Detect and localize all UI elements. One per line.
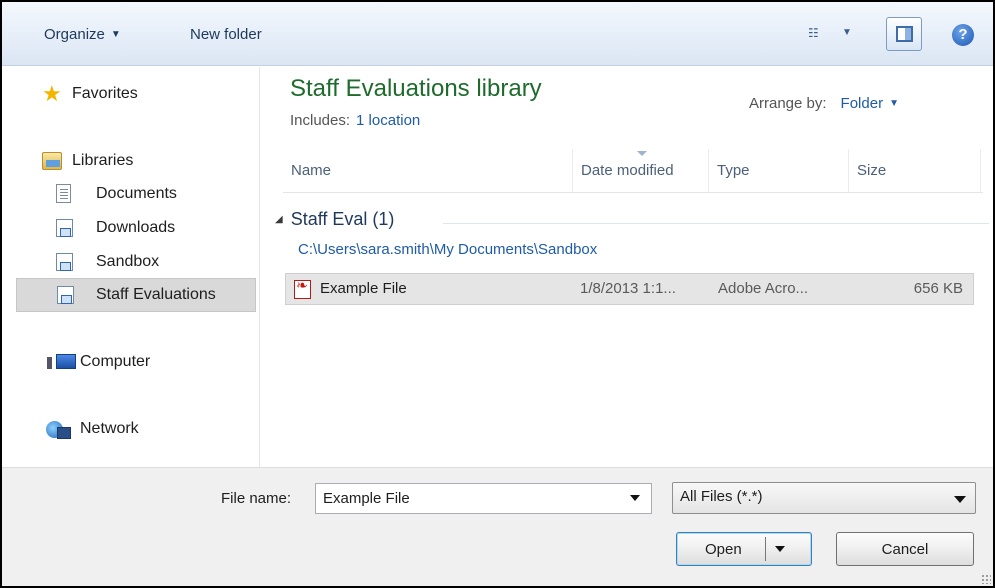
preview-pane-icon — [896, 26, 913, 42]
nav-item-documents[interactable]: Documents — [56, 178, 246, 210]
split-divider — [765, 537, 766, 561]
help-icon[interactable]: ? — [952, 24, 974, 46]
column-header-date-modified[interactable]: Date modified — [573, 149, 709, 193]
library-includes: Includes: 1 location — [290, 112, 420, 129]
open-split-dropdown-icon[interactable] — [775, 546, 785, 552]
column-header-name[interactable]: Name — [283, 149, 573, 193]
pdf-file-icon — [294, 277, 311, 299]
open-button-label: Open — [705, 541, 742, 558]
navigation-pane: ★ Favorites Libraries Documents Download… — [2, 67, 260, 467]
nav-item-staff-evaluations[interactable]: Staff Evaluations — [16, 278, 256, 312]
nav-item-label: Downloads — [96, 219, 176, 236]
organize-label: Organize — [44, 26, 105, 43]
dialog-footer: File name: All Files (*.*) Open Cancel — [2, 467, 993, 586]
file-name-label: File name: — [221, 490, 292, 507]
file-open-dialog: Organize ▼ New folder ☷ ▼ ? ★ Favorites L… — [0, 0, 995, 588]
open-button[interactable]: Open — [676, 532, 812, 566]
collapse-triangle-icon[interactable]: ◢ — [275, 214, 283, 225]
preview-pane-button[interactable] — [886, 17, 922, 51]
nav-favorites[interactable]: ★ Favorites — [42, 78, 242, 110]
nav-item-label: Sandbox — [96, 253, 160, 270]
command-bar: Organize ▼ New folder ☷ ▼ ? — [2, 2, 993, 66]
library-folder-icon — [42, 152, 62, 170]
cancel-button-label: Cancel — [881, 541, 929, 558]
chevron-down-icon[interactable] — [954, 496, 966, 503]
new-folder-button[interactable]: New folder — [186, 22, 266, 48]
arrange-by-dropdown[interactable]: Folder — [841, 95, 884, 112]
nav-computer-label: Computer — [80, 353, 151, 370]
nav-libraries[interactable]: Libraries — [42, 145, 242, 177]
nav-item-label: Documents — [96, 185, 177, 202]
view-list-icon: ☷ — [808, 26, 819, 40]
group-title: Staff Eval (1) — [290, 209, 395, 229]
nav-libraries-label: Libraries — [72, 152, 134, 169]
star-icon: ★ — [42, 81, 62, 106]
nav-item-sandbox[interactable]: Sandbox — [56, 246, 246, 278]
file-name-input[interactable] — [315, 483, 652, 514]
library-title: Staff Evaluations library — [290, 75, 542, 102]
column-header-type[interactable]: Type — [709, 149, 849, 193]
column-header-size[interactable]: Size — [849, 149, 981, 193]
library-icon — [57, 286, 74, 304]
computer-icon — [47, 354, 76, 369]
file-date-modified: 1/8/2013 1:1... — [580, 280, 676, 297]
file-type: Adobe Acro... — [718, 280, 809, 297]
chevron-down-icon: ▼ — [842, 27, 852, 38]
resize-grip-icon[interactable] — [981, 574, 991, 584]
nav-network-label: Network — [80, 420, 139, 437]
nav-favorites-label: Favorites — [72, 85, 138, 102]
cancel-button[interactable]: Cancel — [836, 532, 974, 566]
column-header-row: Name Date modified Type Size — [283, 149, 983, 193]
file-row[interactable]: Example File 1/8/2013 1:1... Adobe Acro.… — [285, 273, 974, 305]
arrange-by-label: Arrange by: — [749, 95, 827, 112]
group-folder-path-link[interactable]: C:\Users\sara.smith\My Documents\Sandbox — [298, 241, 597, 258]
group-divider — [443, 223, 989, 224]
file-list-pane: Staff Evaluations library Includes: 1 loc… — [261, 67, 993, 467]
file-size: 656 KB — [913, 280, 963, 297]
chevron-down-icon: ▼ — [110, 29, 121, 40]
change-view-button[interactable]: ☷ ▼ — [808, 24, 864, 48]
library-icon — [56, 253, 73, 271]
nav-network[interactable]: Network — [46, 413, 246, 445]
arrange-by: Arrange by: Folder ▼ — [749, 95, 899, 112]
library-icon — [56, 219, 73, 237]
file-name-dropdown-icon[interactable] — [630, 495, 640, 501]
nav-item-downloads[interactable]: Downloads — [56, 212, 246, 244]
nav-item-label: Staff Evaluations — [96, 286, 216, 303]
group-header[interactable]: ◢ Staff Eval (1) — [275, 209, 394, 237]
organize-button[interactable]: Organize ▼ — [40, 22, 125, 48]
includes-locations-link[interactable]: 1 location — [356, 112, 420, 129]
nav-computer[interactable]: Computer — [47, 346, 250, 378]
chevron-down-icon[interactable]: ▼ — [889, 98, 899, 109]
file-type-filter-value: All Files (*.*) — [680, 488, 763, 505]
file-name: Example File — [320, 280, 407, 297]
documents-icon — [56, 184, 71, 203]
file-type-filter-select[interactable]: All Files (*.*) — [672, 482, 976, 514]
network-icon — [46, 421, 71, 439]
includes-label: Includes: — [290, 112, 351, 129]
